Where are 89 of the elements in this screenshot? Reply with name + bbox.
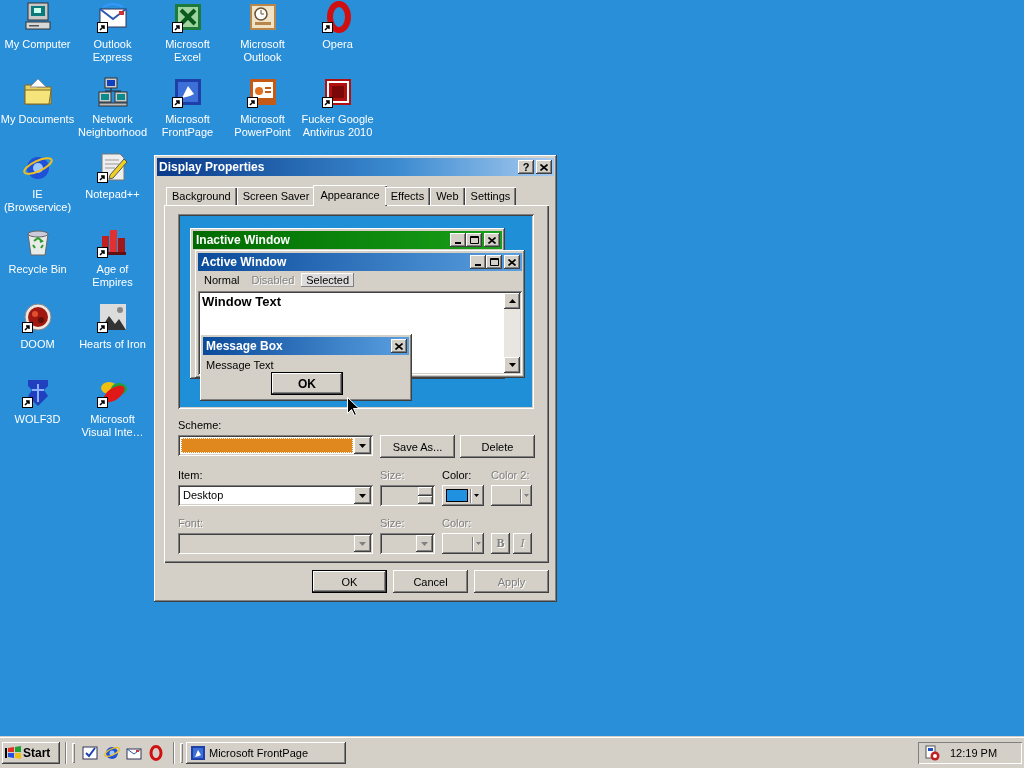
field-label: Color: xyxy=(442,469,473,482)
ok-button[interactable]: OK xyxy=(271,372,343,395)
close-button[interactable] xyxy=(504,255,520,269)
taskbar-button[interactable]: Microsoft FrontPage xyxy=(186,742,346,764)
field-label: Size: xyxy=(380,469,406,482)
scroll-down-button[interactable] xyxy=(504,357,520,373)
tab[interactable]: Screen Saver xyxy=(236,187,316,205)
menu-item[interactable]: Normal xyxy=(199,273,245,287)
item-dropdown[interactable]: Desktop xyxy=(178,485,373,506)
start-button[interactable]: Start xyxy=(2,742,60,764)
desktop-icon-label[interactable]: My Computer xyxy=(4,38,71,51)
cursor-icon xyxy=(347,397,359,416)
window-title: Active Window xyxy=(201,255,288,269)
maximize-icon xyxy=(489,258,499,266)
message-text: Message Text xyxy=(205,358,275,373)
scheduler-icon[interactable] xyxy=(924,745,940,761)
tile-icon xyxy=(190,745,206,761)
close-icon xyxy=(488,236,496,244)
field-label: Scheme: xyxy=(178,419,223,432)
button[interactable]: OK xyxy=(312,570,387,593)
network-icon[interactable] xyxy=(96,76,129,108)
field-value: Desktop xyxy=(182,488,225,503)
caret-icon xyxy=(359,541,366,546)
window-title: Inactive Window xyxy=(196,233,291,247)
desktop-icon-label[interactable]: DOOM xyxy=(20,338,55,351)
maximize-button[interactable] xyxy=(486,255,502,269)
menu-item[interactable]: Selected xyxy=(301,273,355,287)
field-label: Color 2: xyxy=(491,469,531,482)
field-label: Color: xyxy=(442,517,473,530)
caret-icon xyxy=(474,494,479,497)
color-picker-button[interactable] xyxy=(442,485,484,506)
desktop-icon-label[interactable]: My Documents xyxy=(0,113,75,126)
field-label: Font: xyxy=(178,517,205,530)
desktop-icon-label[interactable]: Microsoft FrontPage xyxy=(161,113,214,139)
close-button[interactable] xyxy=(391,339,407,353)
close-button[interactable] xyxy=(536,160,552,174)
window-title: Message Box xyxy=(206,339,284,353)
tab[interactable]: Settings xyxy=(464,187,517,205)
button[interactable]: Delete xyxy=(460,435,535,458)
caret-icon xyxy=(421,541,428,546)
caret-icon xyxy=(524,494,529,497)
desktop-icon-label[interactable]: Microsoft Visual Inte… xyxy=(81,413,144,439)
close-button[interactable] xyxy=(484,233,500,247)
caret-icon xyxy=(359,493,366,498)
maximize-icon xyxy=(469,236,479,244)
window-text: Window Text xyxy=(201,293,283,311)
minimize-button[interactable] xyxy=(450,233,466,247)
down-arrow-icon xyxy=(507,361,517,369)
desktop-icon-label[interactable]: Opera xyxy=(322,38,353,51)
dropdown-button[interactable] xyxy=(354,487,371,504)
dropdown-button[interactable] xyxy=(354,437,371,454)
tab[interactable]: Background xyxy=(166,187,237,205)
desktop-icon-label[interactable]: Network Neighborhood xyxy=(77,113,148,139)
button[interactable]: Save As... xyxy=(380,435,455,458)
tab[interactable]: Effects xyxy=(384,187,431,205)
close-icon xyxy=(395,342,403,350)
desktop-icon-label[interactable]: Notepad++ xyxy=(85,188,140,201)
maximize-button[interactable] xyxy=(466,233,482,247)
desktop-icon-label[interactable]: Hearts of Iron xyxy=(79,338,146,351)
globe-icon[interactable] xyxy=(104,745,120,761)
desktop-icon-label[interactable]: Fucker Google Antivirus 2010 xyxy=(301,113,374,139)
field-label: Size: xyxy=(380,517,406,530)
desktop-icon-label[interactable]: Age of Empires xyxy=(92,263,133,289)
folder-icon[interactable] xyxy=(21,76,54,108)
tab[interactable]: Appearance xyxy=(313,185,387,206)
clock: 12:19 PM xyxy=(950,747,998,759)
window-title: Display Properties xyxy=(159,160,266,174)
close-icon xyxy=(540,163,548,171)
button[interactable]: Cancel xyxy=(393,570,468,593)
help-button[interactable]: ? xyxy=(518,160,534,174)
desktop-icon-label[interactable]: Microsoft Excel xyxy=(165,38,210,64)
desktop-icon-label[interactable]: WOLF3D xyxy=(14,413,61,426)
desktop-icon-label[interactable]: Recycle Bin xyxy=(8,263,67,276)
minimize-icon xyxy=(455,241,461,244)
desktop-icon-label[interactable]: Microsoft PowerPoint xyxy=(234,113,291,139)
caret-icon xyxy=(359,443,366,448)
desktop-icon-label[interactable]: IE (Browservice) xyxy=(3,188,72,214)
caret-icon xyxy=(476,542,481,545)
minimize-icon xyxy=(475,263,481,266)
tab[interactable]: Web xyxy=(430,187,465,205)
desktop-icon-label[interactable]: Outlook Express xyxy=(92,38,133,64)
scheme-dropdown[interactable] xyxy=(178,435,373,456)
field-label: Item: xyxy=(178,469,204,482)
scroll-up-button[interactable] xyxy=(504,293,520,309)
up-arrow-icon xyxy=(507,297,517,305)
minimize-button[interactable] xyxy=(470,255,486,269)
windows-flag-icon xyxy=(5,746,21,760)
desktop-icon-label[interactable]: Microsoft Outlook xyxy=(240,38,285,64)
close-icon xyxy=(508,258,516,266)
